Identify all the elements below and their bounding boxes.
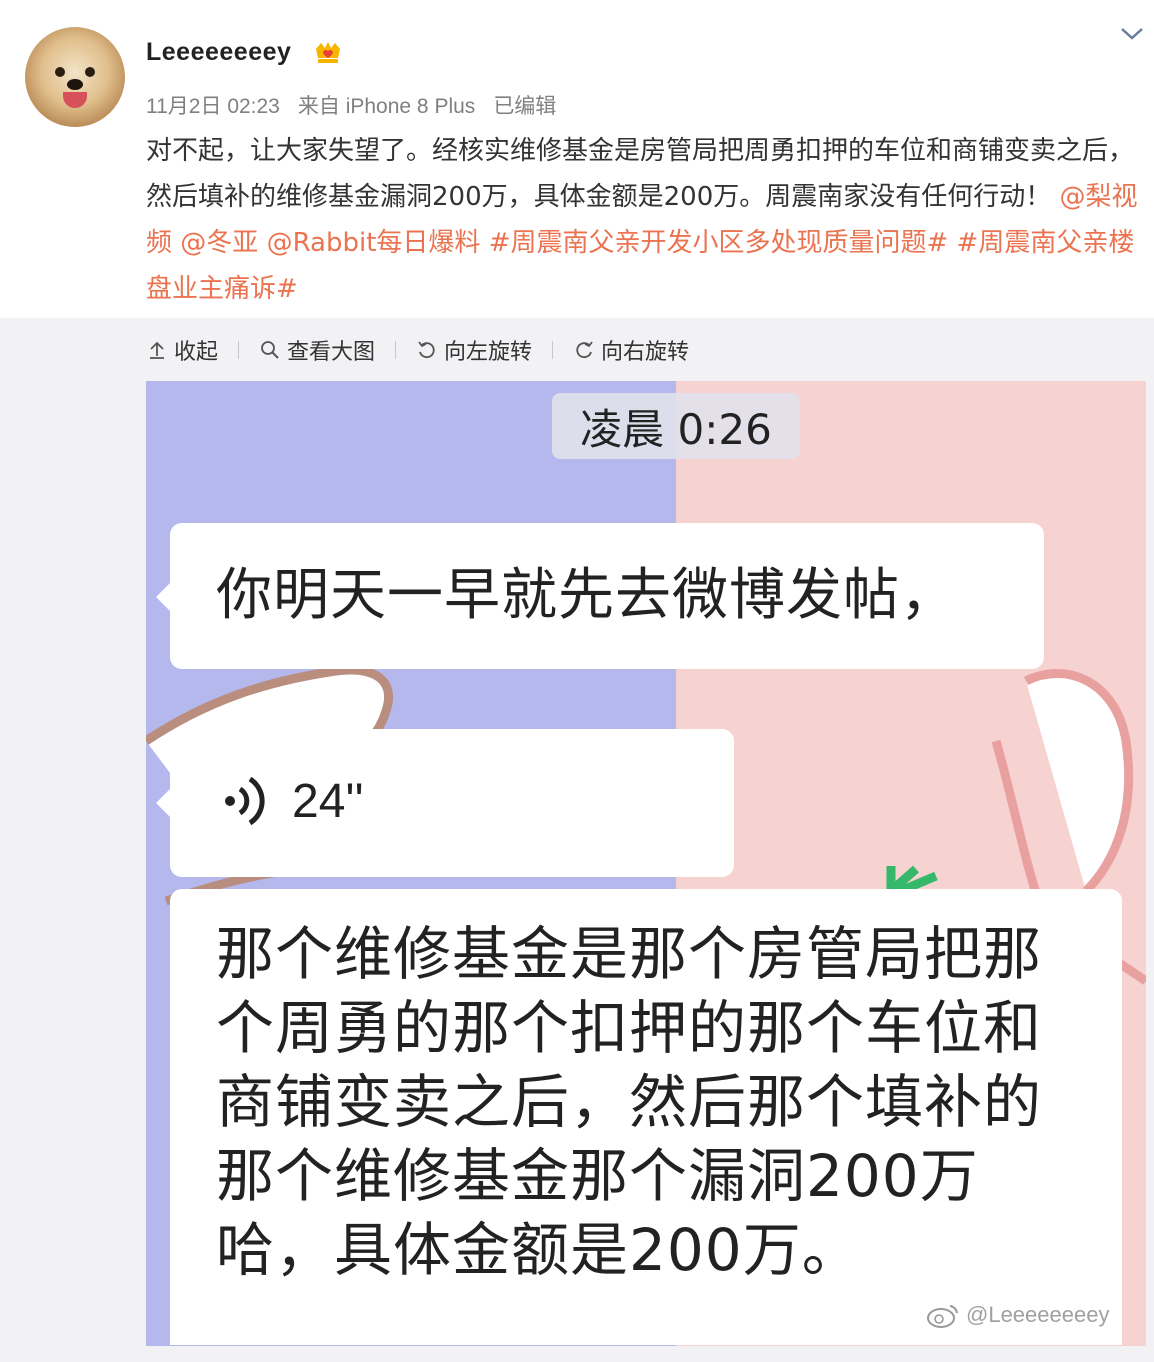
post-body: 对不起，让大家失望了。经核实维修基金是房管局把周勇扣押的车位和商铺变卖之后，然后…	[146, 136, 1135, 212]
topic-link[interactable]: #周震南父亲开发小区多处现质量问题#	[489, 228, 949, 258]
rotate-left-label: 向左旋转	[444, 340, 533, 365]
username[interactable]: Leeeeeeeey	[146, 38, 291, 67]
chevron-down-icon[interactable]	[1118, 24, 1146, 44]
collapse-label: 收起	[174, 340, 219, 365]
chat-timestamp: 凌晨 0:26	[552, 393, 800, 459]
rotate-left-button[interactable]: 向左旋转	[416, 334, 532, 366]
post-text: 对不起，让大家失望了。经核实维修基金是房管局把周勇扣押的车位和商铺变卖之后，然后…	[146, 128, 1141, 312]
weibo-post-header: Leeeeeeeey 11月2日 02:23 来自 iPhone 8 Plus 已编…	[0, 0, 1154, 318]
mention-link[interactable]: @Rabbit每日爆料	[267, 228, 481, 258]
post-meta: 11月2日 02:23 来自 iPhone 8 Plus 已编辑	[146, 90, 574, 120]
view-large-label: 查看大图	[287, 340, 376, 365]
avatar-mouth	[63, 92, 87, 108]
avatar-eye	[85, 67, 95, 77]
voice-wave-icon	[225, 776, 265, 826]
rotate-right-icon	[576, 341, 593, 359]
weibo-logo-icon	[927, 1305, 958, 1328]
post-source: 来自 iPhone 8 Plus	[297, 95, 476, 118]
bubble-tail	[156, 583, 170, 611]
arrow-up-icon	[150, 341, 164, 359]
message-bubble[interactable]: 那个维修基金是那个房管局把那个周勇的那个扣押的那个车位和商铺变卖之后，然后那个填…	[170, 889, 1122, 1345]
view-large-button[interactable]: 查看大图	[259, 334, 375, 366]
toolbar-divider	[552, 341, 554, 359]
vip-badge-icon[interactable]	[313, 40, 343, 66]
post-edited[interactable]: 已编辑	[493, 95, 556, 118]
message-bubble[interactable]: 你明天一早就先去微博发帖，	[156, 523, 1044, 669]
message-text: 你明天一早就先去微博发帖，	[216, 563, 957, 628]
weibo-watermark: @Leeeeeeeey	[926, 1302, 1109, 1328]
rotate-left-icon	[418, 341, 435, 359]
rotate-right-label: 向右旋转	[601, 340, 690, 365]
message-text: 那个维修基金是那个房管局把那个周勇的那个扣押的那个车位和商铺变卖之后，然后那个填…	[216, 920, 1043, 1284]
post-date[interactable]: 11月2日 02:23	[146, 95, 280, 118]
voice-message-bubble[interactable]: 24''	[156, 729, 734, 877]
toolbar-divider	[238, 341, 240, 359]
collapse-button[interactable]: 收起	[146, 334, 218, 366]
mention-link[interactable]: @冬亚	[180, 228, 258, 258]
bubble-tail	[156, 789, 170, 817]
voice-duration: 24''	[292, 775, 364, 828]
chat-screenshot-image[interactable]: 凌晨 0:26 你明天一早就先去微博发帖， 24'' 那个维修基金是那个房管局把…	[146, 381, 1146, 1346]
watermark-text: @Leeeeeeeey	[966, 1302, 1110, 1327]
avatar-eye	[55, 67, 65, 77]
magnifier-icon	[261, 341, 279, 359]
avatar-nose	[67, 79, 83, 90]
rotate-right-button[interactable]: 向右旋转	[573, 334, 689, 366]
user-avatar[interactable]	[25, 27, 125, 127]
toolbar-divider	[395, 341, 397, 359]
image-toolbar: 收起 查看大图 向左旋转 向右旋转	[146, 333, 689, 367]
